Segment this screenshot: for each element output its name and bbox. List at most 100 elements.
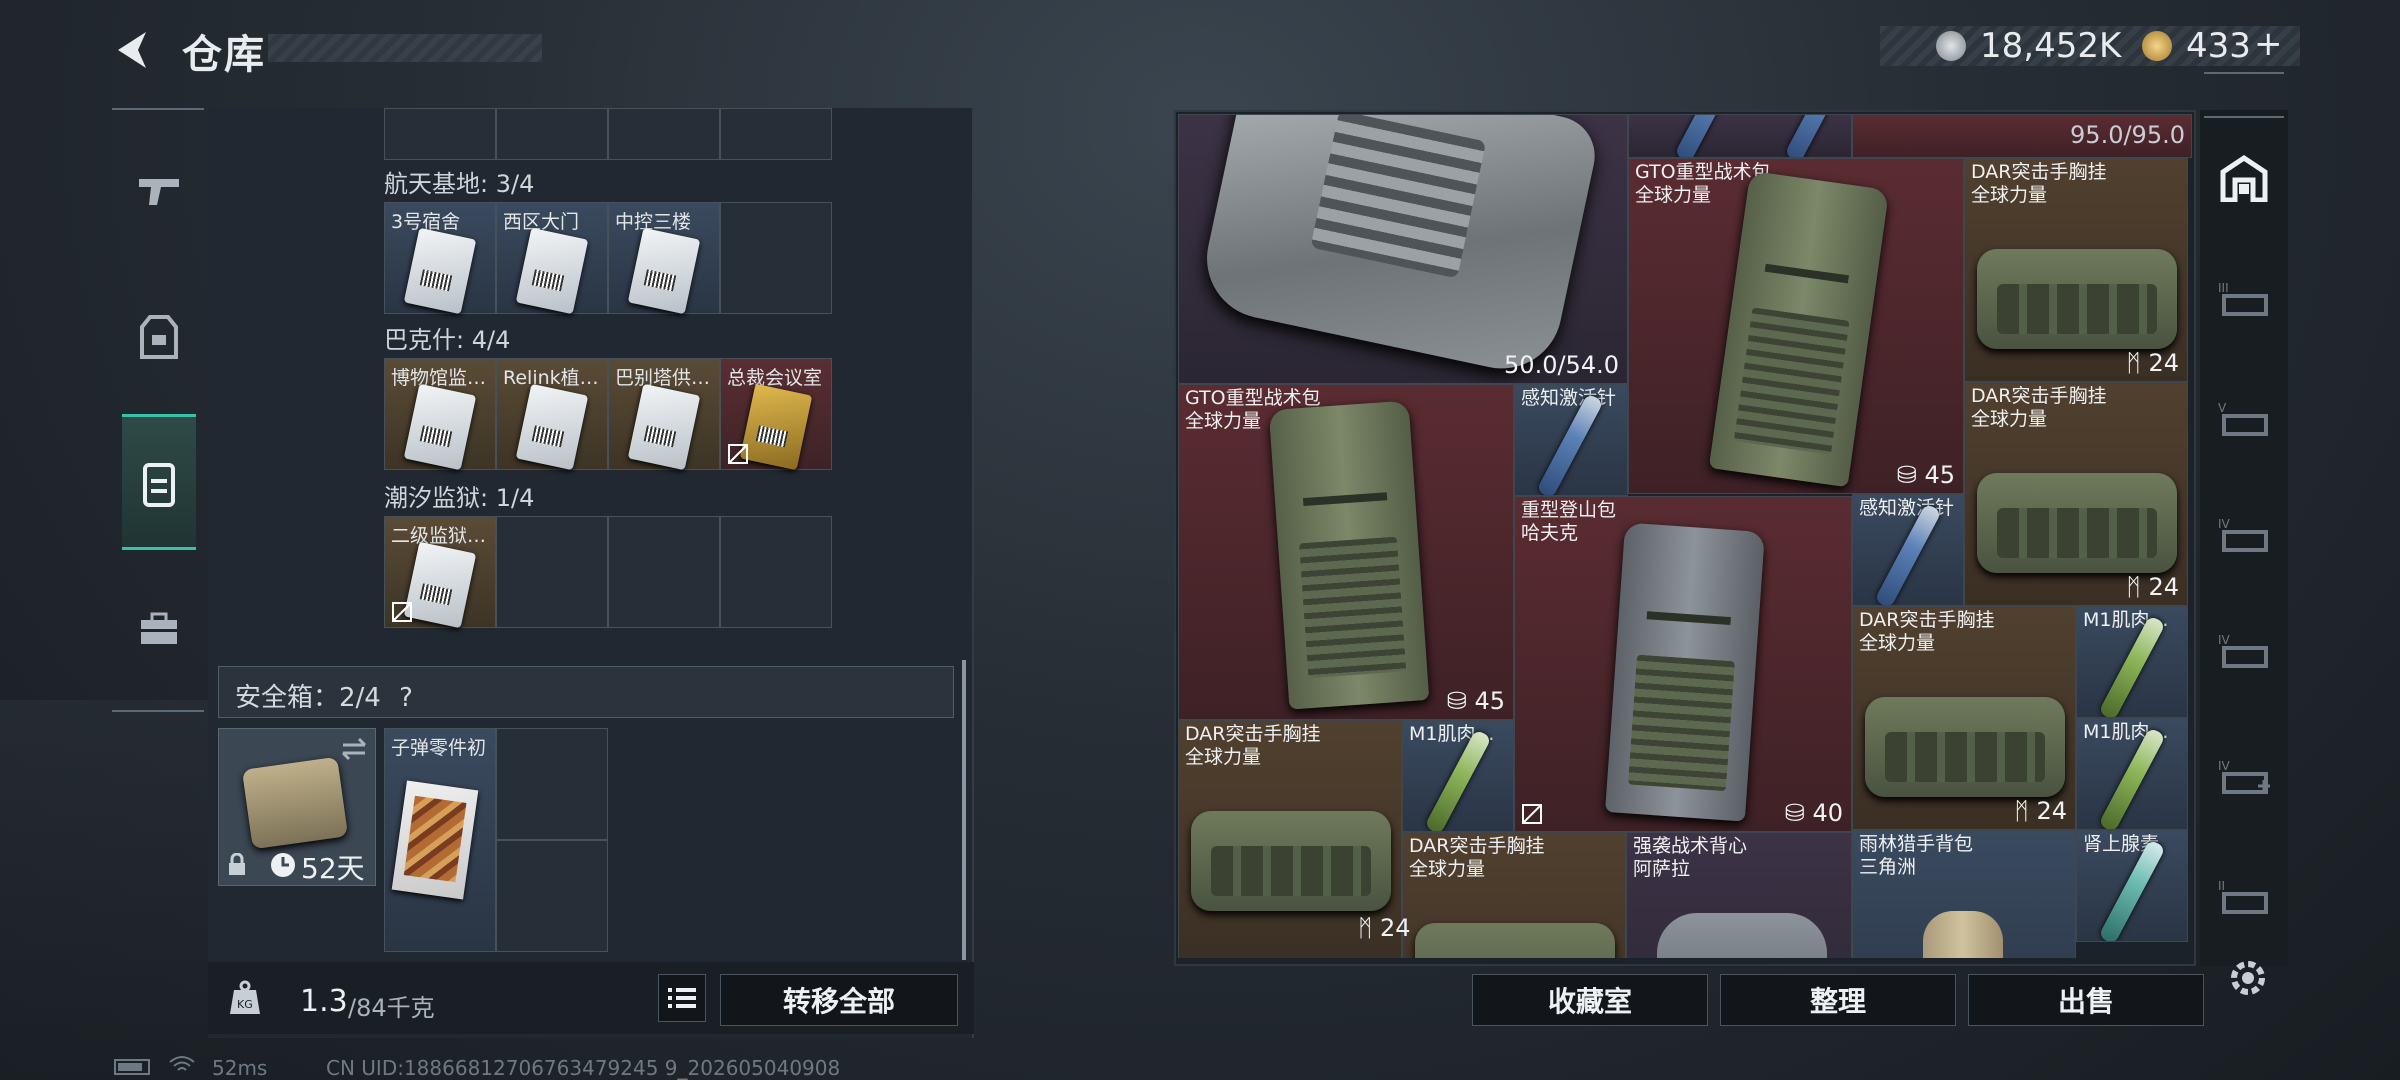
safe-box-days: 52天 (301, 852, 365, 885)
nav-equipment[interactable] (124, 302, 194, 372)
item-cell[interactable]: 雨林猎手背包 三角洲 (1852, 830, 2076, 958)
transfer-all-button[interactable]: 转移全部 (720, 974, 958, 1026)
category-stash-4c[interactable]: IV (2212, 744, 2276, 808)
collection-room-button[interactable]: 收藏室 (1472, 974, 1708, 1026)
empty-slot[interactable] (496, 516, 608, 628)
item-count: ᛗ 24 (1358, 914, 1411, 942)
safe-box-item (241, 756, 349, 850)
category-stash-4b[interactable]: IV (2212, 618, 2276, 682)
item-cell[interactable]: M1肌肉… (1402, 720, 1514, 832)
keycard-slot[interactable]: 二级监狱… (384, 516, 496, 629)
stash-level-icon: IV (2218, 633, 2268, 668)
chest-rig-item (1977, 249, 2177, 349)
item-cell[interactable]: 强袭战术背心 阿萨拉 (1626, 832, 1852, 958)
item-cell[interactable]: 肾上腺素 (2076, 830, 2188, 942)
chest-rig-item (1865, 697, 2065, 797)
slot[interactable] (608, 108, 720, 160)
category-stash-4a[interactable]: IV (2212, 502, 2276, 566)
no-transfer-icon (1522, 804, 1542, 824)
safe-box-slot[interactable]: 52天 (218, 728, 376, 886)
item-cell[interactable] (1628, 114, 1852, 158)
armor-vest-cell[interactable]: 50.0/54.0 (1178, 114, 1628, 384)
back-icon[interactable] (112, 28, 152, 72)
item-cell[interactable]: DAR突击手胸挂 全球力量 (1402, 832, 1626, 958)
list-view-button[interactable] (658, 974, 706, 1022)
tactical-backpack-item (1708, 170, 1890, 488)
item-cell[interactable]: DAR突击手胸挂 全球力量 ᛗ 24 (1852, 606, 2076, 830)
rainforest-backpack-item (1923, 911, 2003, 958)
organize-button[interactable]: 整理 (1720, 974, 1956, 1026)
coin-icon (1936, 31, 1966, 61)
item-count: ᛗ 24 (2126, 349, 2179, 377)
item-cell[interactable]: M1肌肉… (2076, 606, 2188, 718)
assault-vest-item (1657, 913, 1827, 958)
premium-coin-icon (2142, 31, 2172, 61)
chest-rig-item (1191, 811, 1391, 911)
gear-icon[interactable] (2226, 956, 2270, 1000)
toolbox-icon (141, 612, 177, 644)
svg-text:III: III (2218, 281, 2229, 295)
stash-level-icon: IV (2218, 759, 2270, 794)
item-cell[interactable]: 感知激活针 (1514, 384, 1628, 496)
keycard-slot[interactable]: 博物馆监… (384, 358, 496, 471)
nav-divider (2204, 72, 2284, 74)
keycard-slot[interactable]: Relink植… (496, 358, 608, 471)
help-icon[interactable]: ? (399, 683, 413, 713)
empty-slot[interactable] (608, 516, 720, 628)
backpack-icon (143, 463, 175, 507)
slot[interactable] (384, 108, 496, 160)
chest-rig-item (1977, 473, 2177, 573)
empty-slot[interactable] (496, 840, 608, 952)
keycard-item (403, 383, 477, 471)
top-item-durability: 95.0/95.0 (2070, 121, 2185, 149)
item-cell[interactable]: GTO重型战术包 全球力量 ⛁ 45 (1628, 158, 1964, 494)
vest-durability: 50.0/54.0 (1504, 351, 1619, 379)
nav-weapons[interactable] (124, 156, 194, 226)
svg-text:IV: IV (2218, 633, 2231, 647)
group-label-tidal-prison: 潮汐监狱: 1/4 (384, 484, 535, 512)
keycard-slot[interactable]: 西区大门 (496, 202, 608, 315)
stash-level-icon: V (2218, 401, 2268, 436)
keycard-slot[interactable]: 3号宿舍 (384, 202, 496, 315)
uid-text: CN UID:18866812706763479245 9_2026050409… (326, 1056, 841, 1080)
item-count: ⛁ 45 (1446, 687, 1505, 715)
category-stash-3[interactable]: III (2212, 266, 2276, 330)
item-cell[interactable]: 感知激活针 (1852, 494, 1964, 606)
inventory-scrollbar[interactable] (962, 660, 966, 960)
slot[interactable] (720, 108, 832, 160)
item-cell[interactable]: GTO重型战术包 全球力量 ⛁ 45 (1178, 384, 1514, 720)
item-cell[interactable]: 95.0/95.0 (1852, 114, 2192, 158)
chest-rig-item (1415, 923, 1615, 958)
slot[interactable] (496, 108, 608, 160)
item-cell[interactable]: M1肌肉… (2076, 718, 2188, 830)
group-label-bakhsh: 巴克什: 4/4 (384, 326, 511, 354)
nav-backpack[interactable] (124, 448, 194, 518)
keycard-slot[interactable]: 总裁会议室 (720, 358, 832, 471)
weight-icon: KG (230, 980, 260, 1014)
weight-max: /84千克 (348, 994, 435, 1022)
item-cell[interactable]: DAR突击手胸挂 全球力量 ᛗ 24 (1964, 158, 2188, 382)
svg-text:IV: IV (2218, 759, 2231, 773)
sell-button[interactable]: 出售 (1968, 974, 2204, 1026)
keycard-item (515, 227, 589, 315)
nav-divider (112, 108, 204, 110)
empty-slot[interactable] (720, 202, 832, 314)
ammo-parts-slot[interactable]: 子弹零件初 (384, 728, 496, 952)
keycard-slot[interactable]: 巴别塔供… (608, 358, 720, 471)
swap-icon[interactable] (339, 737, 369, 761)
category-stash-2[interactable]: II (2212, 864, 2276, 928)
add-premium-button[interactable]: + (2254, 24, 2283, 64)
empty-slot[interactable] (720, 516, 832, 628)
item-cell[interactable]: 重型登山包 哈夫克 ⛁ 40 (1514, 496, 1852, 832)
keycard-slot[interactable]: 中控三楼 (608, 202, 720, 315)
nav-toolbox[interactable] (124, 594, 194, 664)
ammo-parts-item (391, 780, 479, 900)
empty-slot[interactable] (496, 728, 608, 840)
keycard-item (403, 227, 477, 315)
category-stash-5[interactable]: V (2212, 386, 2276, 450)
warehouse-icon (2220, 154, 2268, 202)
item-count: ⛁ 40 (1784, 799, 1843, 827)
stash-level-icon: II (2218, 879, 2268, 914)
category-all[interactable] (2212, 146, 2276, 210)
item-cell[interactable]: DAR突击手胸挂 全球力量 ᛗ 24 (1964, 382, 2188, 606)
